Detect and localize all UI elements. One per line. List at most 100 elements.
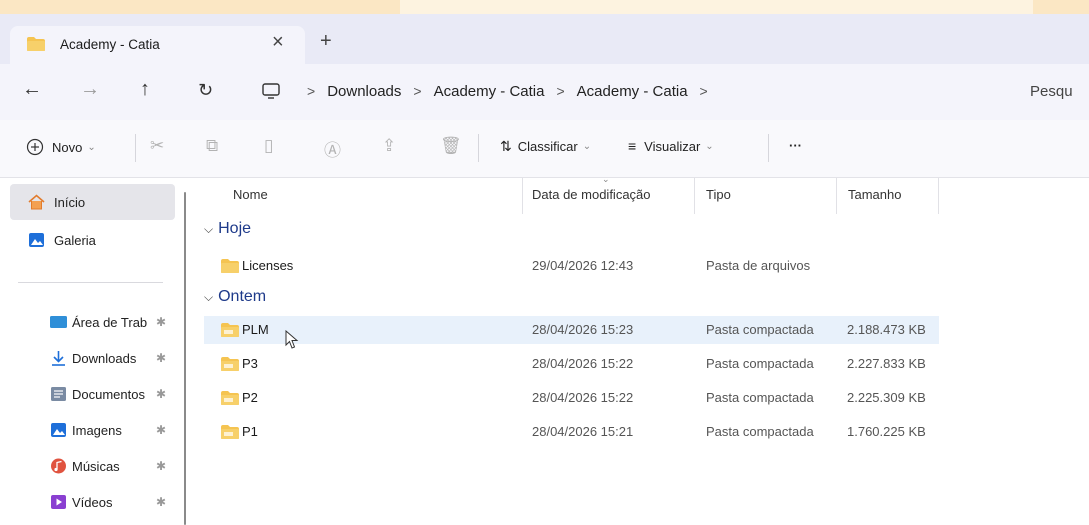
file-date: 28/04/2026 15:22 [532, 390, 634, 405]
column-divider[interactable] [836, 178, 837, 214]
chevron-down-icon: ⌄ [705, 140, 714, 152]
pin-icon: ✱ [156, 351, 167, 365]
up-button[interactable]: ↑ [140, 78, 150, 101]
sidebar-item-documentos[interactable]: Documentos ✱ [10, 376, 175, 412]
window-top-strip [0, 0, 1089, 14]
new-tab-button[interactable]: + [320, 30, 332, 53]
folder-icon [27, 37, 45, 51]
file-list: Nome ⌄ Data de modificação Tipo Tamanho … [200, 174, 1089, 525]
chevron-down-icon: ⌄ [582, 141, 592, 152]
sidebar-item-label: Músicas [72, 459, 120, 474]
folder-icon [221, 259, 239, 273]
file-name: P2 [242, 390, 258, 405]
sidebar-item-label: Área de Trab [72, 315, 148, 330]
group-title: Ontem [218, 288, 267, 305]
documents-icon [51, 387, 66, 401]
navigation-pane: Início Galeria Área de Trab ✱ Downloads … [0, 178, 200, 525]
sidebar-item-area-de-trabalho[interactable]: Área de Trab ✱ [10, 304, 175, 340]
breadcrumb-item-academy-catia[interactable]: Academy - Catia [434, 83, 545, 100]
rename-icon[interactable]: Ⓐ [324, 136, 341, 161]
column-header-name[interactable]: Nome [233, 187, 268, 202]
file-name: P1 [242, 424, 258, 439]
sidebar-divider [18, 282, 163, 283]
file-size: 2.225.309 KB [847, 390, 926, 405]
chevron-down-icon: ⌄ [87, 141, 96, 153]
chevron-right-icon: > [413, 83, 422, 99]
file-type: Pasta compactada [706, 390, 814, 405]
file-row-p2[interactable]: P2 28/04/2026 15:22 Pasta compactada 2.2… [204, 384, 939, 412]
cut-icon[interactable]: ✂ [150, 136, 164, 156]
search-input[interactable]: Pesqu [1030, 74, 1089, 108]
file-size: 2.227.833 KB [847, 356, 926, 371]
sidebar-scrollbar[interactable] [184, 192, 186, 525]
sidebar-item-label: Vídeos [72, 495, 113, 510]
group-header-ontem[interactable]: ⌵ Ontem [204, 288, 266, 306]
sort-button-label: Classificar [517, 139, 578, 154]
sidebar-item-galeria[interactable]: Galeria [10, 222, 175, 258]
column-divider[interactable] [938, 178, 939, 214]
more-options-button[interactable]: ··· [789, 138, 802, 153]
toolbar-divider [478, 134, 479, 162]
file-name: P3 [242, 356, 258, 371]
file-name: Licenses [242, 258, 294, 273]
share-icon[interactable]: ⇪ [382, 136, 396, 156]
music-icon [51, 458, 66, 474]
file-date: 28/04/2026 15:21 [532, 424, 634, 439]
file-date: 28/04/2026 15:22 [532, 356, 634, 371]
new-button[interactable]: Novo ⌄ [26, 138, 96, 156]
sort-button[interactable]: ⇅ Classificar ⌄ [500, 138, 591, 155]
file-row-plm[interactable]: PLM 28/04/2026 15:23 Pasta compactada 2.… [204, 316, 939, 344]
address-bar-row: ← → ↑ ↻ > Downloads > Academy - Catia > … [0, 64, 1089, 120]
zip-folder-icon [221, 323, 239, 337]
group-header-hoje[interactable]: ⌵ Hoje [204, 220, 251, 238]
plus-circle-icon [26, 138, 44, 156]
delete-icon[interactable]: 🗑 [440, 136, 462, 156]
sidebar-item-imagens[interactable]: Imagens ✱ [10, 412, 175, 448]
sidebar-item-downloads[interactable]: Downloads ✱ [10, 340, 175, 376]
pin-icon: ✱ [156, 423, 167, 437]
sidebar-item-videos[interactable]: Vídeos ✱ [10, 484, 175, 520]
sidebar-item-musicas[interactable]: Músicas ✱ [10, 448, 175, 484]
chevron-right-icon[interactable]: > [700, 83, 708, 99]
view-button[interactable]: ≡ Visualizar ⌄ [628, 138, 714, 154]
column-header-type[interactable]: Tipo [706, 187, 731, 202]
view-button-label: Visualizar [644, 138, 701, 154]
group-title: Hoje [218, 220, 252, 237]
breadcrumb-item-academy-catia-sub[interactable]: Academy - Catia [577, 83, 688, 100]
back-button[interactable]: ← [22, 78, 42, 101]
breadcrumb[interactable]: > Downloads > Academy - Catia > Academy … [255, 74, 1015, 108]
paste-icon[interactable]: ▯ [264, 136, 273, 156]
tab-academy-catia[interactable]: Academy - Catia × [10, 26, 305, 64]
column-divider[interactable] [694, 178, 695, 214]
forward-button[interactable]: → [80, 78, 100, 101]
copy-icon[interactable]: ⧉ [206, 136, 218, 156]
desktop-icon [50, 316, 67, 328]
close-tab-icon[interactable]: × [272, 31, 284, 54]
column-header-date[interactable]: Data de modificação [532, 187, 651, 202]
file-row-licenses[interactable]: Licenses 29/04/2026 12:43 Pasta de arqui… [204, 252, 939, 280]
column-divider[interactable] [522, 178, 523, 214]
sidebar-item-label: Início [54, 195, 86, 210]
sidebar-item-label: Galeria [54, 233, 96, 248]
zip-folder-icon [221, 357, 239, 371]
download-icon [52, 351, 65, 366]
pin-icon: ✱ [156, 495, 167, 509]
sidebar-item-label: Downloads [72, 351, 137, 366]
file-type: Pasta compactada [706, 322, 814, 337]
more-icon: ··· [789, 138, 802, 153]
videos-icon [51, 495, 66, 509]
search-placeholder: Pesqu [1030, 82, 1073, 100]
home-icon [28, 194, 45, 210]
pin-icon: ✱ [156, 315, 167, 329]
refresh-button[interactable]: ↻ [198, 80, 213, 101]
sidebar-item-inicio[interactable]: Início [10, 184, 175, 220]
file-row-p1[interactable]: P1 28/04/2026 15:21 Pasta compactada 1.7… [204, 418, 939, 446]
pin-icon: ✱ [156, 387, 167, 401]
computer-icon [262, 83, 280, 99]
column-header-size[interactable]: Tamanho [848, 187, 901, 202]
breadcrumb-item-downloads[interactable]: Downloads [327, 83, 401, 100]
file-row-p3[interactable]: P3 28/04/2026 15:22 Pasta compactada 2.2… [204, 350, 939, 378]
background-strip-left [0, 0, 400, 14]
file-size: 2.188.473 KB [847, 322, 926, 337]
new-button-label: Novo [52, 139, 83, 155]
